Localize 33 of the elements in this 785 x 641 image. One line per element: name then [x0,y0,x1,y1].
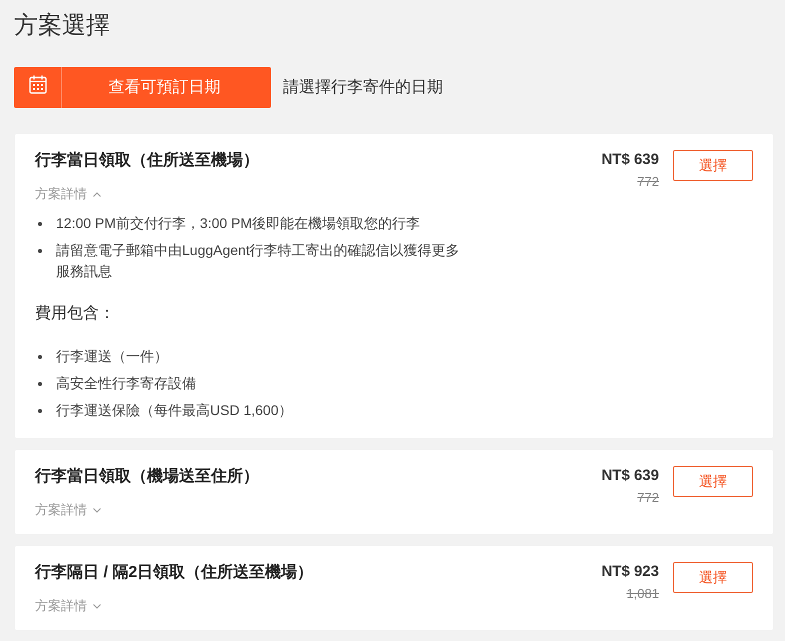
price: NT$ 923 [601,562,659,582]
chevron-down-icon [93,508,101,512]
select-button[interactable]: 選擇 [673,466,753,497]
price: NT$ 639 [601,150,659,170]
detail-note: 請留意電子郵箱中由LuggAgent行李特工寄出的確認信以獲得更多服務訊息 [56,241,461,281]
page-title: 方案選擇 [14,11,110,41]
bullet-icon [38,222,42,226]
plan-name: 行李當日領取（住所送至機場） [35,150,259,171]
details-toggle[interactable]: 方案詳情 [35,500,101,520]
bullet-icon [38,382,42,386]
bullet-icon [38,355,42,359]
includes-heading: 費用包含： [35,304,115,324]
plan-name: 行李當日領取（機場送至住所） [35,466,259,487]
included-item: 行李運送（一件） [56,347,168,366]
date-hint: 請選擇行李寄件的日期 [283,78,443,98]
calendar-icon [28,75,46,94]
select-button[interactable]: 選擇 [673,150,753,181]
bullet-icon [38,409,42,413]
original-price: 772 [637,173,659,191]
original-price: 772 [637,489,659,507]
original-price: 1,081 [626,585,659,603]
included-item: 行李運送保險（每件最高USD 1,600） [56,401,292,420]
chevron-down-icon [93,604,101,608]
date-button[interactable]: 查看可預訂日期 [14,67,271,108]
details-toggle[interactable]: 方案詳情 [35,596,101,616]
detail-note: 12:00 PM前交付行李，3:00 PM後即能在機場領取您的行李 [56,214,420,233]
plan-name: 行李隔日 / 隔2日領取（住所送至機場） [35,562,314,583]
chevron-up-icon [93,192,101,196]
price: NT$ 639 [601,466,659,486]
included-item: 高安全性行李寄存設備 [56,374,196,393]
select-button[interactable]: 選擇 [673,562,753,593]
details-toggle[interactable]: 方案詳情 [35,184,101,204]
bullet-icon [38,249,42,253]
